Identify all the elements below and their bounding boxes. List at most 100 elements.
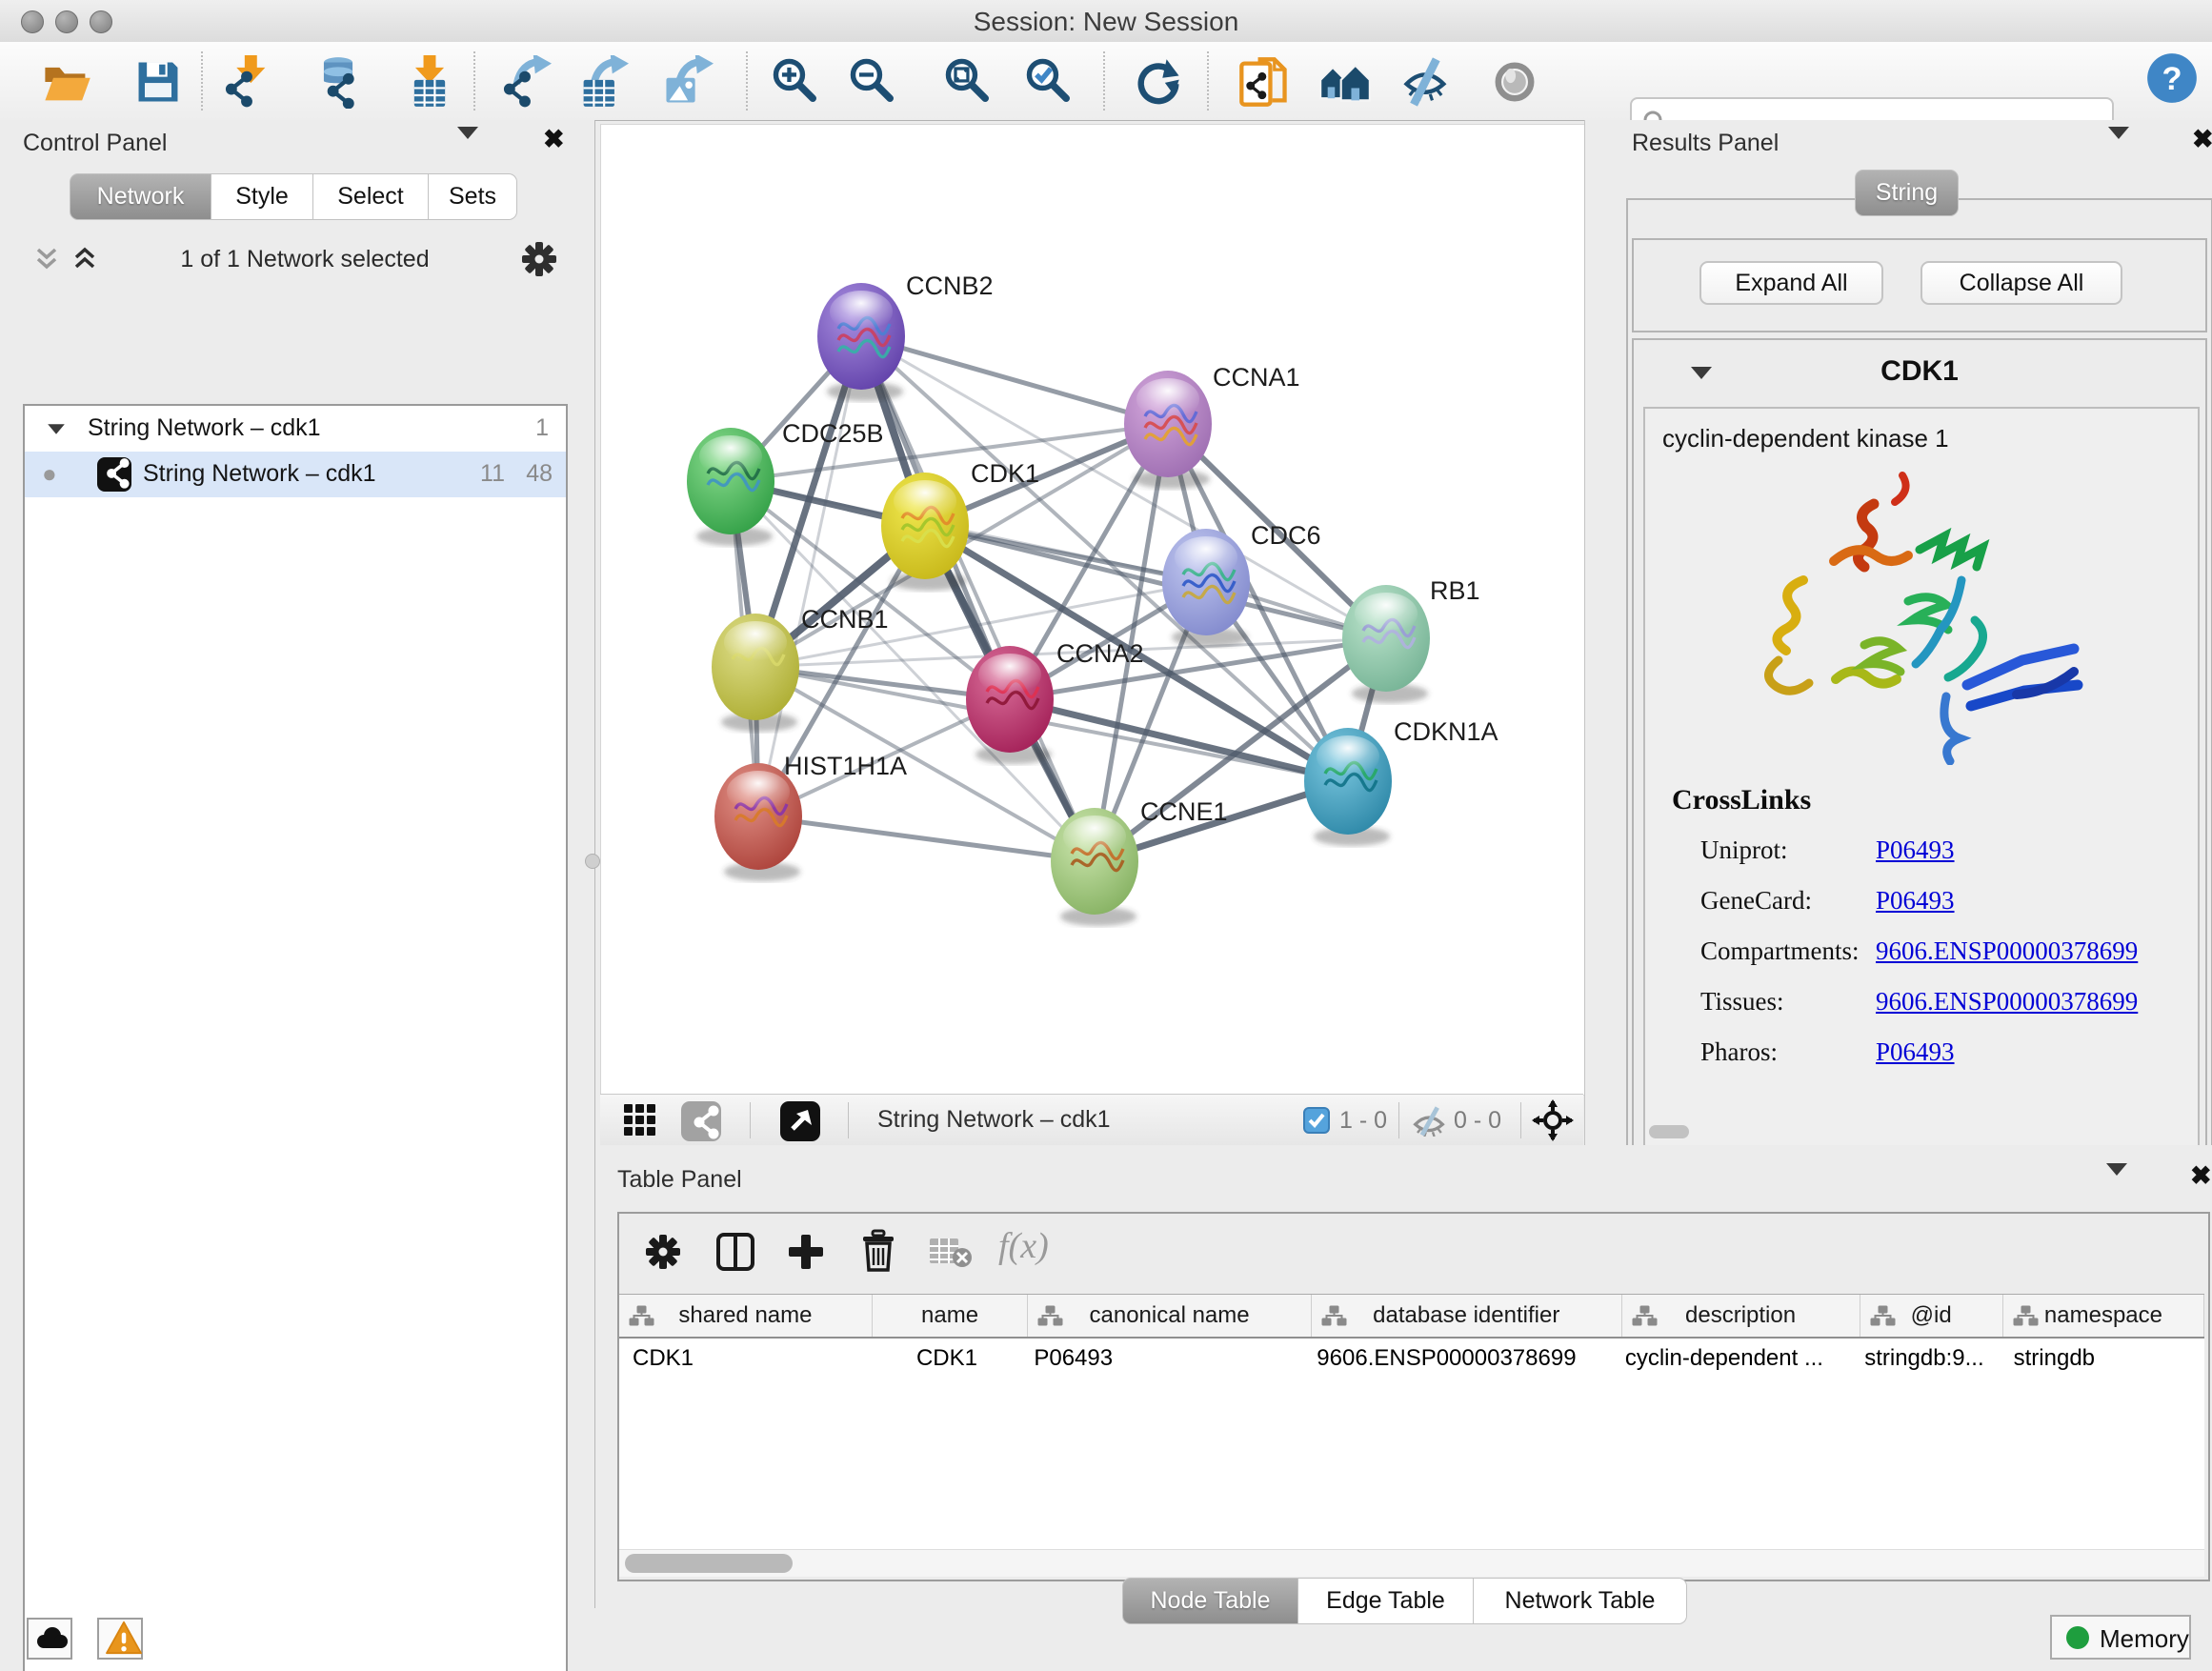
tab-select[interactable]: Select [313,173,429,220]
open-session-button[interactable] [40,55,93,109]
cloud-status-button[interactable] [27,1618,72,1660]
export-table-button[interactable] [575,55,629,109]
control-panel-float-button[interactable] [507,131,526,151]
network-tree-row[interactable]: ●String Network – cdk11148 [25,452,566,497]
show-all-button[interactable] [1488,55,1541,109]
table-cell[interactable]: cyclin-dependent ... [1612,1339,1851,1379]
memory-button[interactable]: Memory [2050,1615,2191,1660]
tab-sets[interactable]: Sets [429,173,517,220]
clone-network-button[interactable] [1237,55,1291,109]
results-panel-close-button[interactable]: ✖ [2192,130,2212,149]
network-node-ccna2[interactable]: CCNA2 [966,639,1144,764]
tab-edge-table[interactable]: Edge Table [1298,1578,1474,1624]
tab-node-table[interactable]: Node Table [1122,1578,1298,1624]
export-image-button[interactable] [660,55,714,109]
zoom-selected-button[interactable] [1023,55,1076,109]
crosslink-link[interactable]: 9606.ENSP00000378699 [1876,987,2138,1017]
hide-selected-button[interactable] [1399,55,1453,109]
network-canvas[interactable]: CCNB2CCNA1CDC25BCDK1CDC6RB1CCNB1CCNA2CDK… [600,124,1585,1096]
detail-scrollbar-thumb[interactable] [1649,1125,1689,1138]
network-node-ccne1[interactable]: CCNE1 [1051,797,1228,926]
table-panel-close-button[interactable]: ✖ [2190,1166,2212,1185]
network-node-rb1[interactable]: RB1 [1342,576,1480,703]
collapse-all-button[interactable]: Collapse All [1920,261,2122,305]
toolbar-separator [1103,51,1105,111]
network-node-cdkn1a[interactable]: CDKN1A [1304,717,1498,846]
expand-all-icon[interactable] [72,246,105,274]
control-panel-collapse-button[interactable] [457,139,478,153]
network-tree-row[interactable]: String Network – cdk11 [25,406,566,452]
import-network-icon [220,55,273,109]
network-view-toolbar: String Network – cdk1 1 - 0 0 - 0 [600,1094,1583,1147]
table-panel-float-button[interactable] [2154,1168,2173,1187]
crosslink-link[interactable]: 9606.ENSP00000378699 [1876,936,2138,966]
node-table: shared namenamecanonical namedatabase id… [619,1294,2204,1550]
column-header-database-identifier[interactable]: database identifier [1312,1295,1622,1337]
crosslink-link[interactable]: P06493 [1876,1037,1955,1067]
tree-expander-icon[interactable] [48,424,65,433]
table-cell[interactable]: 9606.ENSP00000378699 [1303,1339,1612,1379]
zoom-fit-button[interactable] [942,55,995,109]
tab-network[interactable]: Network [70,173,211,220]
add-column-icon[interactable] [785,1231,827,1273]
column-header-shared-name[interactable]: shared name [619,1295,873,1337]
column-header-namespace[interactable]: namespace [2003,1295,2204,1337]
network-node-cdk1[interactable]: CDK1 [881,459,1039,591]
network-node-ccnb2[interactable]: CCNB2 [817,272,994,401]
zoom-in-button[interactable] [770,55,823,109]
tab-network-table[interactable]: Network Table [1474,1578,1687,1624]
grid-view-icon[interactable] [623,1103,661,1137]
help-button[interactable]: ? [2145,51,2199,105]
warning-status-button[interactable] [97,1618,143,1660]
network-count: 1 [535,414,549,442]
node-label: CCNE1 [1140,797,1228,826]
table-cell[interactable]: stringdb [2001,1339,2204,1379]
collapse-entry-icon[interactable] [1691,367,1712,379]
import-table-button[interactable] [403,55,456,109]
function-builder-icon: f(x) [998,1225,1049,1267]
save-session-button[interactable] [131,55,185,109]
zoom-out-button[interactable] [847,55,900,109]
toolbar-separator [1207,51,1209,111]
table-options-gear-icon[interactable] [644,1233,682,1271]
column-header-canonical-name[interactable]: canonical name [1028,1295,1312,1337]
expand-all-button[interactable]: Expand All [1699,261,1883,305]
import-database-button[interactable] [312,55,365,109]
toolbar-separator [746,51,748,111]
import-network-button[interactable] [220,55,273,109]
refresh-button[interactable] [1132,55,1185,109]
tab-string[interactable]: String [1855,170,1959,216]
column-header-description[interactable]: description [1622,1295,1860,1337]
table-panel-collapse-button[interactable] [2106,1176,2127,1190]
show-columns-icon[interactable] [714,1231,756,1273]
results-panel-float-button[interactable] [2156,131,2175,151]
network-options-gear-icon[interactable] [520,240,558,278]
crosslink-link[interactable]: P06493 [1876,836,1955,865]
network-graph[interactable]: CCNB2CCNA1CDC25BCDK1CDC6RB1CCNB1CCNA2CDK… [601,125,1584,1095]
network-node-cdc25b[interactable]: CDC25B [687,419,884,546]
table-cell[interactable]: P06493 [1020,1339,1303,1379]
control-panel-close-button[interactable]: ✖ [543,130,565,149]
export-network-button[interactable] [498,55,552,109]
column-header--id[interactable]: @id [1860,1295,2003,1337]
collapse-all-icon[interactable] [34,246,67,274]
table-scrollbar-thumb[interactable] [625,1554,793,1573]
fit-content-crosshair-icon[interactable] [1532,1099,1574,1141]
column-type-icon [1037,1305,1063,1326]
column-header-name[interactable]: name [873,1295,1028,1337]
table-cell[interactable]: stringdb:9... [1851,1339,2000,1379]
crosslink-label: Pharos: [1700,1037,1778,1067]
network-node-hist1h1a[interactable]: HIST1H1A [714,752,907,881]
table-cell[interactable]: CDK1 [874,1339,1021,1379]
selected-checkbox-icon[interactable] [1303,1107,1330,1134]
tab-style[interactable]: Style [211,173,313,220]
table-cell[interactable]: CDK1 [619,1339,874,1379]
string-view-icon[interactable] [680,1100,722,1142]
crosslink-link[interactable]: P06493 [1876,886,1955,916]
delete-column-icon[interactable] [857,1229,899,1273]
results-panel-collapse-button[interactable] [2108,139,2129,153]
home-button[interactable] [1318,55,1372,109]
birdseye-view-icon[interactable] [779,1100,821,1142]
table-row[interactable]: CDK1CDK1P064939606.ENSP00000378699cyclin… [619,1339,2204,1379]
vertical-splitter-handle[interactable] [585,854,600,869]
